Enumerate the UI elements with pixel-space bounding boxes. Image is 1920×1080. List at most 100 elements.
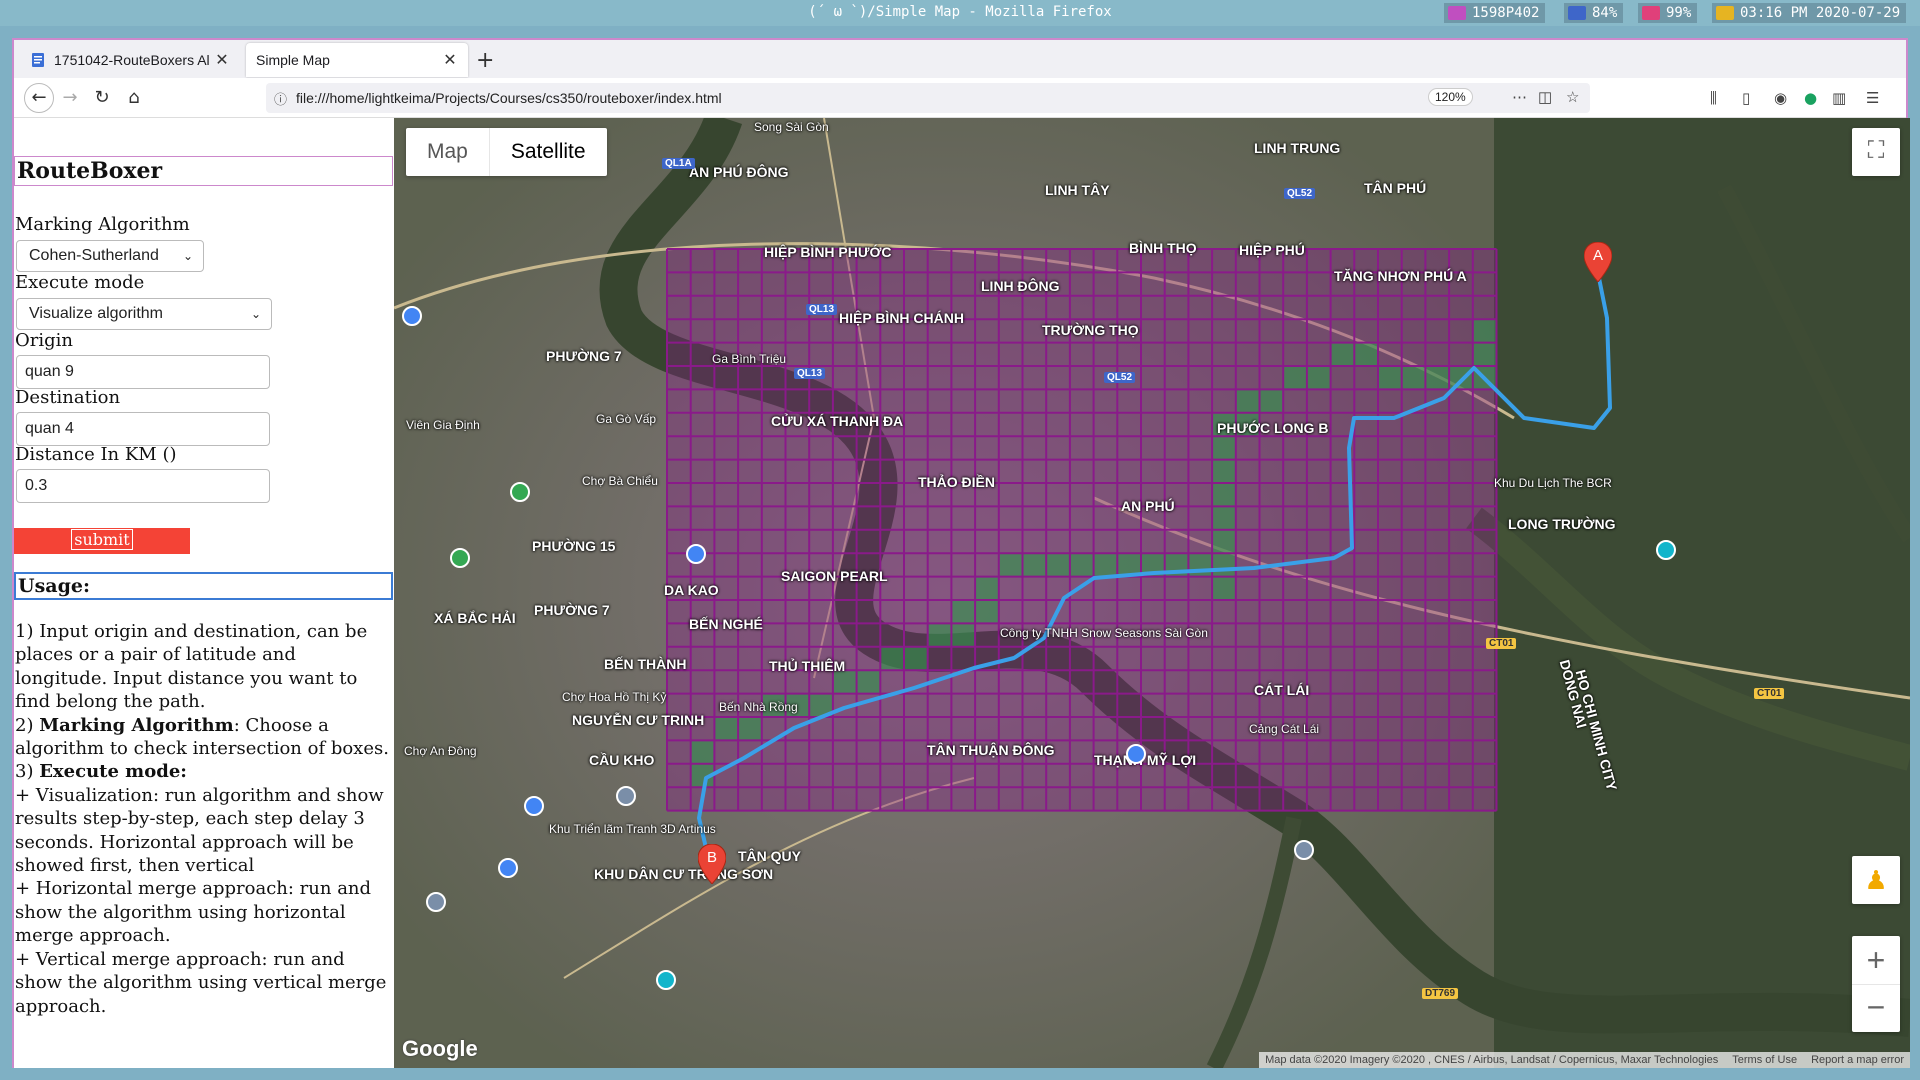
extension-icon[interactable]: ▥ <box>1832 89 1846 107</box>
place-label: CẦU KHO <box>589 752 655 768</box>
place-label: Viên Gia Định <box>406 418 480 432</box>
origin-marker[interactable]: A <box>1583 241 1613 283</box>
place-label: HIỆP PHÚ <box>1239 242 1305 258</box>
transit-poi-icon[interactable] <box>616 786 636 806</box>
place-label: CỬU XÁ THANH ĐA <box>771 413 904 429</box>
bookmark-star-icon[interactable]: ☆ <box>1566 88 1579 106</box>
destination-input[interactable]: quan 4 <box>16 412 270 446</box>
road-badge: CT01 <box>1754 688 1785 699</box>
distance-input[interactable]: 0.3 <box>16 469 270 503</box>
chevron-down-icon: ⌄ <box>250 307 261 321</box>
tab-routeboxers[interactable]: 1751042-RouteBoxers Al ✕ <box>20 43 240 77</box>
shopping-poi-icon[interactable] <box>498 858 518 878</box>
origin-label: Origin <box>15 330 73 351</box>
menu-icon[interactable]: ☰ <box>1866 89 1879 107</box>
route-box <box>690 740 715 764</box>
place-label: Cảng Cát Lái <box>1249 722 1320 736</box>
close-tab-icon[interactable]: ✕ <box>442 50 458 70</box>
more-actions-icon[interactable]: ⋯ <box>1512 88 1527 106</box>
park-poi-icon[interactable] <box>510 482 530 502</box>
route-box <box>975 576 999 600</box>
tourist-poi-icon[interactable] <box>1656 540 1676 560</box>
close-tab-icon[interactable]: ✕ <box>214 50 230 70</box>
reload-button[interactable]: ↻ <box>90 86 114 110</box>
route-box <box>880 646 904 671</box>
map-type-control: Map Satellite <box>406 128 607 176</box>
forward-button[interactable]: → <box>58 86 82 110</box>
place-label: Khu Du Lịch The BCR <box>1494 476 1612 490</box>
pegman-icon: ♟ <box>1864 865 1888 895</box>
marking-algorithm-select[interactable]: Cohen-Sutherland ⌄ <box>16 240 204 272</box>
place-label: CÁT LÁI <box>1254 682 1310 698</box>
library-icon[interactable]: ⫼ <box>1710 89 1717 107</box>
destination-label: Destination <box>15 387 121 408</box>
terms-link[interactable]: Terms of Use <box>1732 1052 1797 1068</box>
road-badge: QL1A <box>662 158 695 169</box>
shopping-poi-icon[interactable] <box>524 796 544 816</box>
shopping-poi-icon[interactable] <box>1126 744 1146 764</box>
origin-input[interactable]: quan 9 <box>16 355 270 389</box>
browser-window: 1751042-RouteBoxers Al ✕ Simple Map ✕ + … <box>12 38 1910 1068</box>
zoom-indicator[interactable]: 120% <box>1428 88 1473 106</box>
shopping-poi-icon[interactable] <box>686 544 706 564</box>
route-box <box>1354 342 1378 366</box>
road-badge: CT01 <box>1486 638 1517 649</box>
route-box <box>1212 576 1236 600</box>
place-label: Khu Triển lãm Tranh 3D Artinus <box>549 822 716 836</box>
route-box <box>1212 529 1236 554</box>
signal-status: 1598P402 <box>1444 3 1546 23</box>
map-type-satellite-button[interactable]: Satellite <box>488 128 607 176</box>
chevron-down-icon: ⌄ <box>182 249 193 263</box>
zoom-out-button[interactable]: − <box>1852 984 1900 1032</box>
shopping-poi-icon[interactable] <box>402 306 422 326</box>
route-box <box>1046 553 1070 577</box>
zoom-in-button[interactable]: + <box>1852 936 1900 984</box>
place-label: AN PHÚ <box>1121 498 1175 514</box>
fullscreen-button[interactable]: ⛶ <box>1852 128 1900 176</box>
transit-poi-icon[interactable] <box>1294 840 1314 860</box>
minus-icon: − <box>1866 989 1886 1025</box>
pocket-icon[interactable]: ◫ <box>1538 88 1552 106</box>
place-label: Công ty TNHH Snow Seasons Sài Gòn <box>1000 626 1208 640</box>
place-label: HIỆP BÌNH PHƯỚC <box>764 244 892 260</box>
route-box <box>1212 506 1236 530</box>
route-box <box>1449 366 1473 390</box>
info-icon[interactable]: ⓘ <box>274 89 287 108</box>
map-attribution: Map data ©2020 Imagery ©2020 , CNES / Ai… <box>1259 1052 1910 1068</box>
tab-bar: 1751042-RouteBoxers Al ✕ Simple Map ✕ + <box>14 40 1906 78</box>
grammarly-icon[interactable]: ● <box>1804 89 1817 107</box>
new-tab-button[interactable]: + <box>476 48 494 73</box>
road-badge: QL13 <box>794 368 826 379</box>
route-box <box>856 670 881 694</box>
back-button[interactable]: ← <box>24 83 54 113</box>
usage-vertical: + Vertical merge approach: run and show … <box>15 948 387 1017</box>
sidebar-icon[interactable]: ▯ <box>1742 89 1750 107</box>
place-label: HIỆP BÌNH CHÁNH <box>839 310 964 326</box>
attraction-poi-icon[interactable] <box>426 892 446 912</box>
pegman-button[interactable]: ♟ <box>1852 856 1900 904</box>
home-button[interactable]: ⌂ <box>122 86 146 110</box>
route-box <box>714 717 739 741</box>
url-text[interactable]: file:///home/lightkeima/Projects/Courses… <box>296 90 722 106</box>
usage-text: 1) Input origin and destination, can be … <box>15 620 393 1018</box>
clock-status: 03:16 PM 2020-07-29 <box>1712 3 1907 23</box>
place-label: PHƯỜNG 7 <box>534 602 610 618</box>
place-label: TRƯỜNG THỌ <box>1042 322 1139 338</box>
url-bar[interactable]: ⓘ file:///home/lightkeima/Projects/Cours… <box>266 83 1590 113</box>
route-box <box>975 600 999 624</box>
distance-label: Distance In KM () <box>15 444 177 465</box>
destination-marker[interactable]: B <box>697 843 727 885</box>
report-error-link[interactable]: Report a map error <box>1811 1052 1910 1068</box>
museum-poi-icon[interactable] <box>656 970 676 990</box>
park-poi-icon[interactable] <box>450 548 470 568</box>
map-canvas[interactable]: Map Satellite ⛶ ♟ + − Song Sài Gòn AN PHÚ… <box>394 118 1910 1068</box>
execute-mode-select[interactable]: Visualize algorithm ⌄ <box>16 298 272 330</box>
submit-button[interactable]: submit <box>14 528 190 554</box>
tab-simple-map[interactable]: Simple Map ✕ <box>246 43 468 77</box>
clock-icon <box>1716 6 1734 20</box>
map-type-map-button[interactable]: Map <box>406 128 489 176</box>
place-label: Chợ Bà Chiểu <box>582 474 658 488</box>
route-box <box>1022 553 1047 577</box>
route-box <box>1212 553 1236 577</box>
account-icon[interactable]: ◉ <box>1774 89 1787 107</box>
